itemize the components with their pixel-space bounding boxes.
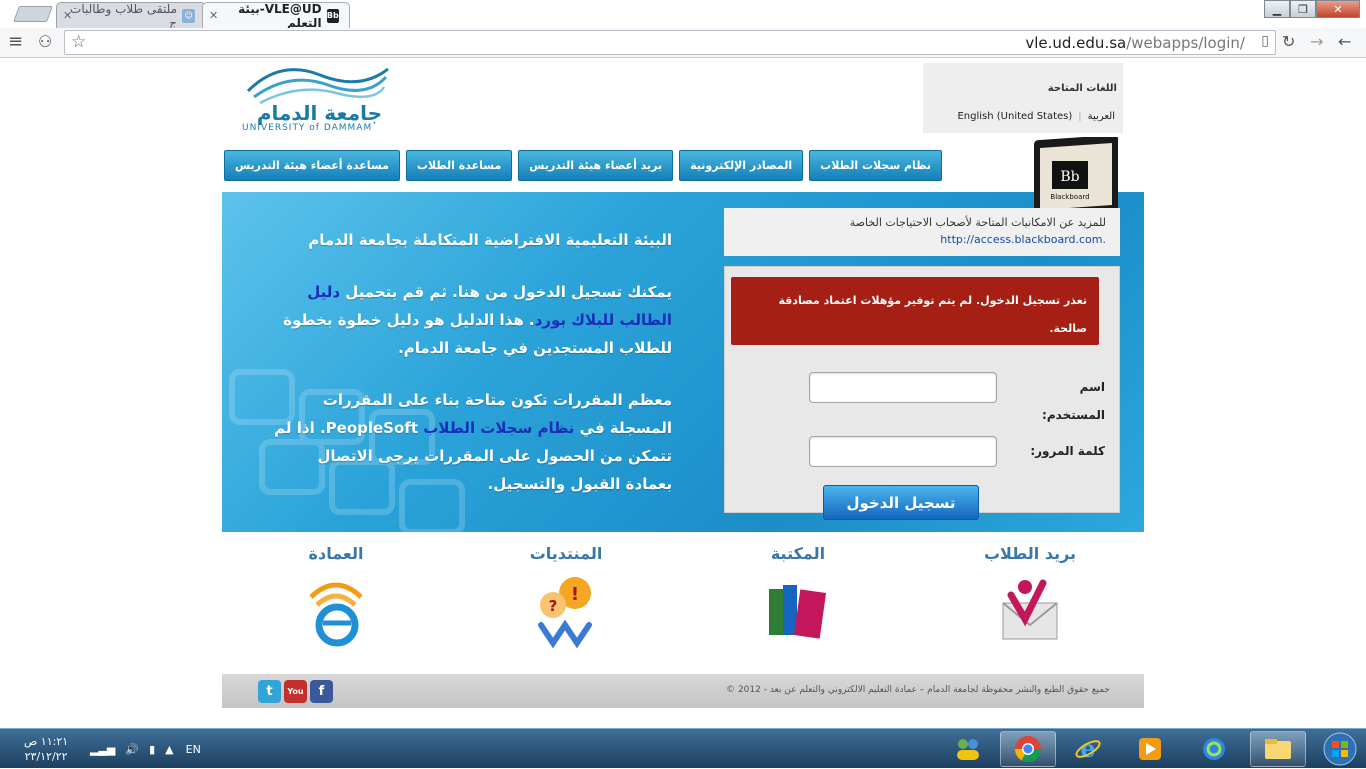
system-tray: ▂▃▅ 🔊 ▮ ▲ EN xyxy=(90,729,201,769)
input-language-indicator[interactable]: EN xyxy=(186,743,201,756)
copyright-text: جميع حقوق الطبع والنشر محفوظة لجامعة الد… xyxy=(726,685,1110,695)
reload-icon[interactable]: ↻ xyxy=(1282,32,1295,51)
browser-tabbar: ☺ ملتقى طلاب وطالبات ج ✕ Bb VLE@UD-بيئة … xyxy=(0,0,1366,30)
svg-text:?: ? xyxy=(549,597,558,615)
facebook-icon[interactable]: f xyxy=(310,680,333,703)
power-icon[interactable]: ▮ xyxy=(149,743,155,756)
tab-title: VLE@UD-بيئة التعلم xyxy=(238,1,322,30)
logo-english-text: UNIVERSITY of DAMMAM xyxy=(242,123,373,133)
browser-toolbar: ≡ ⚇ ☆ vle.ud.edu.sa/webapps/login/ ▯ ↻ →… xyxy=(0,28,1366,58)
window-controls: ▁ ❐ ✕ xyxy=(1264,0,1360,18)
hero-title: البيئة التعليمية الافتراضية المتكاملة بج… xyxy=(308,231,672,249)
svg-text:e: e xyxy=(1080,735,1095,763)
login-form: تعذر تسجيل الدخول. لم يتم توفير مؤهلات ا… xyxy=(724,266,1120,520)
quick-link-library[interactable]: المكتبة xyxy=(718,544,878,657)
url-host: vle.ud.edu.sa xyxy=(1025,34,1127,52)
taskbar-chrome-icon[interactable] xyxy=(1000,731,1056,767)
tray-expand-icon[interactable]: ▲ xyxy=(165,743,173,756)
youtube-icon[interactable]: You xyxy=(284,680,307,703)
monitor-logo-text: Bb xyxy=(1060,169,1079,185)
windows-taskbar: ١١:٢١ ص ٢٣/١٢/٢٢ ▂▃▅ 🔊 ▮ ▲ EN e xyxy=(0,728,1366,768)
accessibility-link[interactable]: http://access.blackboard.com. xyxy=(940,231,1106,248)
clock-date: ٢٣/١٢/٢٢ xyxy=(24,750,68,763)
login-error-message: تعذر تسجيل الدخول. لم يتم توفير مؤهلات ا… xyxy=(731,277,1099,345)
e-learning-icon xyxy=(309,582,363,647)
hero-paragraph-guide: يمكنك تسجيل الدخول من هنا. ثم قم بتحميل … xyxy=(272,278,672,362)
nav-e-resources[interactable]: المصادر الإلكترونية xyxy=(679,150,804,181)
taskbar-ie-icon[interactable]: e xyxy=(1060,731,1116,767)
quick-link-label: بريد الطلاب xyxy=(983,544,1077,563)
quick-link-label: العمادة xyxy=(308,544,364,563)
forum-icon: ! ? xyxy=(538,577,592,649)
window-close-icon[interactable]: ✕ xyxy=(1316,0,1360,18)
social-links: t You f xyxy=(258,680,333,703)
language-title: اللغات المتاحة xyxy=(1047,83,1117,94)
quick-link-label: المنتديات xyxy=(529,544,603,563)
back-icon[interactable]: ← xyxy=(1338,32,1351,51)
nav-student-records[interactable]: نظام سجلات الطلاب xyxy=(809,150,943,181)
taskbar-clock[interactable]: ١١:٢١ ص ٢٣/١٢/٢٢ xyxy=(24,734,68,764)
address-bar[interactable]: ☆ vle.ud.edu.sa/webapps/login/ ▯ xyxy=(64,30,1276,55)
page-content: اللغات المتاحة العربية | English (United… xyxy=(0,59,1366,728)
url-text[interactable]: vle.ud.edu.sa/webapps/login/ xyxy=(1025,34,1245,52)
nav-faculty-help[interactable]: مساعدة أعضاء هيئة التدريس xyxy=(224,150,400,181)
student-records-link[interactable]: نظام سجلات الطلاب xyxy=(423,419,574,437)
bookmark-star-icon[interactable]: ☆ xyxy=(71,32,86,52)
minimize-icon[interactable]: ▁ xyxy=(1264,0,1290,18)
top-navigation: مساعدة أعضاء هيئة التدريس مساعدة الطلاب … xyxy=(224,150,943,181)
clock-time: ١١:٢١ ص xyxy=(24,735,69,748)
forward-icon[interactable]: → xyxy=(1310,32,1323,51)
mail-icon xyxy=(1002,579,1058,640)
quick-link-student-mail[interactable]: بريد الطلاب xyxy=(950,544,1110,657)
taskbar-app-icon[interactable] xyxy=(1186,731,1242,767)
browser-tab-active[interactable]: Bb VLE@UD-بيئة التعلم ✕ xyxy=(202,1,350,30)
nav-faculty-mail[interactable]: بريد أعضاء هيئة التدريس xyxy=(518,150,674,181)
language-panel: اللغات المتاحة العربية | English (United… xyxy=(923,63,1123,133)
volume-icon[interactable]: 🔊 xyxy=(125,743,139,756)
quick-link-label: المكتبة xyxy=(770,544,826,563)
page-icon: ▯ xyxy=(1261,33,1269,49)
hero-p1-text: يمكنك تسجيل الدخول من هنا. ثم قم بتحميل xyxy=(340,283,672,301)
page-footer: جميع حقوق الطبع والنشر محفوظة لجامعة الد… xyxy=(222,674,1144,708)
accessibility-notice: للمزيد عن الامكانيات المتاحة لأصحاب الاح… xyxy=(724,208,1120,256)
browser-tab[interactable]: ☺ ملتقى طلاب وطالبات ج ✕ xyxy=(56,1,206,30)
taskbar-explorer-icon[interactable] xyxy=(1250,731,1306,767)
username-label: اسم المستخدم: xyxy=(1042,380,1105,422)
tab-close-icon[interactable]: ✕ xyxy=(63,9,72,22)
logo-arabic-text: جامعة الدمام xyxy=(256,101,382,125)
menu-icon[interactable]: ≡ xyxy=(8,31,23,52)
quick-link-forums[interactable]: المنتديات ! ? xyxy=(486,544,646,657)
language-english-link[interactable]: English (United States) xyxy=(957,111,1072,122)
restore-icon[interactable]: ❐ xyxy=(1290,0,1316,18)
password-input[interactable] xyxy=(809,436,997,467)
nav-student-help[interactable]: مساعدة الطلاب xyxy=(405,150,513,181)
quick-link-deanship[interactable]: العمادة xyxy=(256,544,416,657)
start-button[interactable] xyxy=(1320,730,1360,768)
tab-close-icon[interactable]: ✕ xyxy=(209,9,218,22)
monitor-brand-text: Blackboard xyxy=(1050,193,1089,201)
svg-text:!: ! xyxy=(571,584,579,605)
password-label: كلمة المرور: xyxy=(1030,444,1105,458)
language-separator: | xyxy=(1078,111,1082,122)
new-tab-button[interactable] xyxy=(13,6,53,22)
twitter-icon[interactable]: t xyxy=(258,680,281,703)
extension-icon[interactable]: ⚇ xyxy=(38,32,52,51)
hero-text: البيئة التعليمية الافتراضية المتكاملة بج… xyxy=(272,226,672,522)
hero-paragraph-courses: معظم المقررات تكون متاحة بناء على المقرر… xyxy=(272,386,672,498)
language-options: العربية | English (United States) xyxy=(957,111,1115,122)
language-arabic-link[interactable]: العربية xyxy=(1088,111,1115,122)
url-path: /webapps/login/ xyxy=(1126,34,1245,52)
signal-icon[interactable]: ▂▃▅ xyxy=(90,743,115,756)
tab-title: ملتقى طلاب وطالبات ج xyxy=(70,1,177,30)
books-icon xyxy=(769,585,827,639)
taskbar-media-player-icon[interactable] xyxy=(1122,731,1178,767)
accessibility-text: للمزيد عن الامكانيات المتاحة لأصحاب الاح… xyxy=(849,216,1106,229)
taskbar-users-icon[interactable] xyxy=(940,731,996,767)
windows-logo-icon xyxy=(1323,732,1357,766)
tab-favicon-icon: ☺ xyxy=(182,8,195,23)
blackboard-favicon-icon: Bb xyxy=(326,8,339,23)
login-button[interactable]: تسجيل الدخول xyxy=(823,485,979,520)
university-logo[interactable]: جامعة الدمام UNIVERSITY of DAMMAM xyxy=(240,61,390,137)
username-input[interactable] xyxy=(809,372,997,403)
